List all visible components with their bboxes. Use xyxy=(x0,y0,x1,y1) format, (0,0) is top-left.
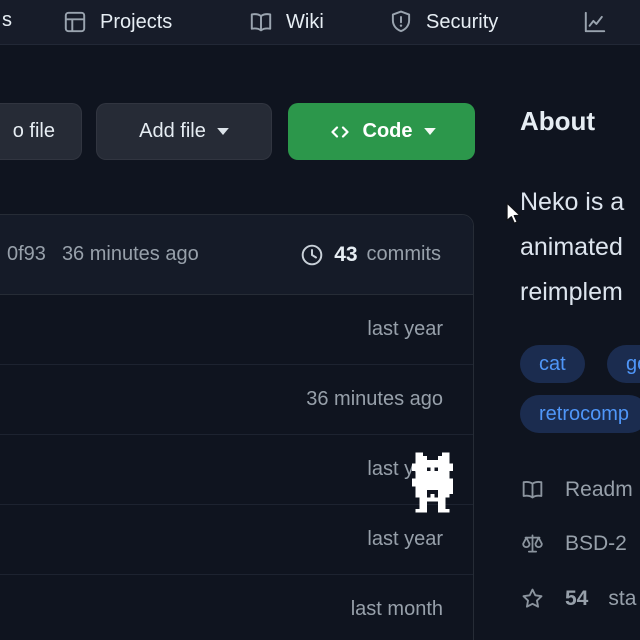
readme-book-icon xyxy=(520,477,545,502)
file-list-panel: 0f93 36 minutes ago 43 commits last year… xyxy=(0,214,474,640)
neko-cat-sprite xyxy=(408,452,457,513)
nav-tab-issues-partial[interactable]: s xyxy=(2,9,12,32)
chevron-down-icon xyxy=(217,128,229,135)
readme-link[interactable]: Readm xyxy=(520,477,633,502)
file-row[interactable]: last year xyxy=(0,435,473,505)
projects-table-icon xyxy=(62,9,88,35)
nav-tab-projects[interactable]: Projects xyxy=(62,0,172,44)
about-description-line: Neko is a xyxy=(520,180,624,225)
file-row-updated: last month xyxy=(351,598,443,621)
license-link[interactable]: BSD-2 xyxy=(520,531,627,556)
commit-header: 0f93 36 minutes ago 43 commits xyxy=(0,215,473,295)
code-chevrons-icon xyxy=(328,120,352,144)
commit-history-link[interactable]: 43 commits xyxy=(299,242,441,268)
stars-count: 54 xyxy=(565,587,588,611)
code-button[interactable]: Code xyxy=(288,103,475,160)
file-row[interactable]: last year xyxy=(0,295,473,365)
nav-tab-insights[interactable] xyxy=(582,0,608,44)
nav-tab-security[interactable]: Security xyxy=(388,0,498,44)
add-file-button[interactable]: Add file xyxy=(96,103,272,160)
commit-count-label: commits xyxy=(367,243,441,266)
commit-time: 36 minutes ago xyxy=(62,243,199,266)
security-shield-icon xyxy=(388,9,414,35)
repo-nav: s Projects Wiki xyxy=(0,0,640,45)
stars-link[interactable]: 54 sta xyxy=(520,586,636,611)
code-label: Code xyxy=(363,120,413,143)
file-row[interactable]: 36 minutes ago xyxy=(0,365,473,435)
about-heading: About xyxy=(520,106,595,137)
nav-tab-projects-label: Projects xyxy=(100,11,172,34)
history-clock-icon xyxy=(299,242,325,268)
law-scales-icon xyxy=(520,531,545,556)
commit-hash[interactable]: 0f93 xyxy=(7,243,46,266)
file-row-updated: last year xyxy=(367,318,443,341)
nav-tab-wiki-label: Wiki xyxy=(286,11,324,34)
topic-tag-cat[interactable]: cat xyxy=(520,345,585,383)
wiki-book-icon xyxy=(248,9,274,35)
nav-tab-security-label: Security xyxy=(426,11,498,34)
license-label: BSD-2 xyxy=(565,532,627,556)
star-icon xyxy=(520,586,545,611)
about-description: Neko is a animated reimplem xyxy=(520,180,624,315)
nav-tab-wiki[interactable]: Wiki xyxy=(248,0,324,44)
github-repo-page: s Projects Wiki xyxy=(0,0,640,640)
about-description-line: reimplem xyxy=(520,270,624,315)
file-row-updated: last year xyxy=(367,528,443,551)
stars-label: sta xyxy=(608,587,636,611)
about-description-line: animated xyxy=(520,225,624,270)
file-row[interactable]: last month xyxy=(0,575,473,640)
readme-label: Readm xyxy=(565,478,633,502)
file-row-updated: 36 minutes ago xyxy=(306,388,443,411)
chevron-down-icon xyxy=(424,128,436,135)
add-file-label: Add file xyxy=(139,120,206,143)
insights-graph-icon xyxy=(582,9,608,35)
go-to-file-button[interactable]: o file xyxy=(0,103,82,160)
go-to-file-label: o file xyxy=(13,120,55,143)
commit-count: 43 xyxy=(334,243,357,267)
topic-tag-go[interactable]: go xyxy=(607,345,640,383)
topic-tag-retrocomputing[interactable]: retrocomp xyxy=(520,395,640,433)
file-row[interactable]: last year xyxy=(0,505,473,575)
